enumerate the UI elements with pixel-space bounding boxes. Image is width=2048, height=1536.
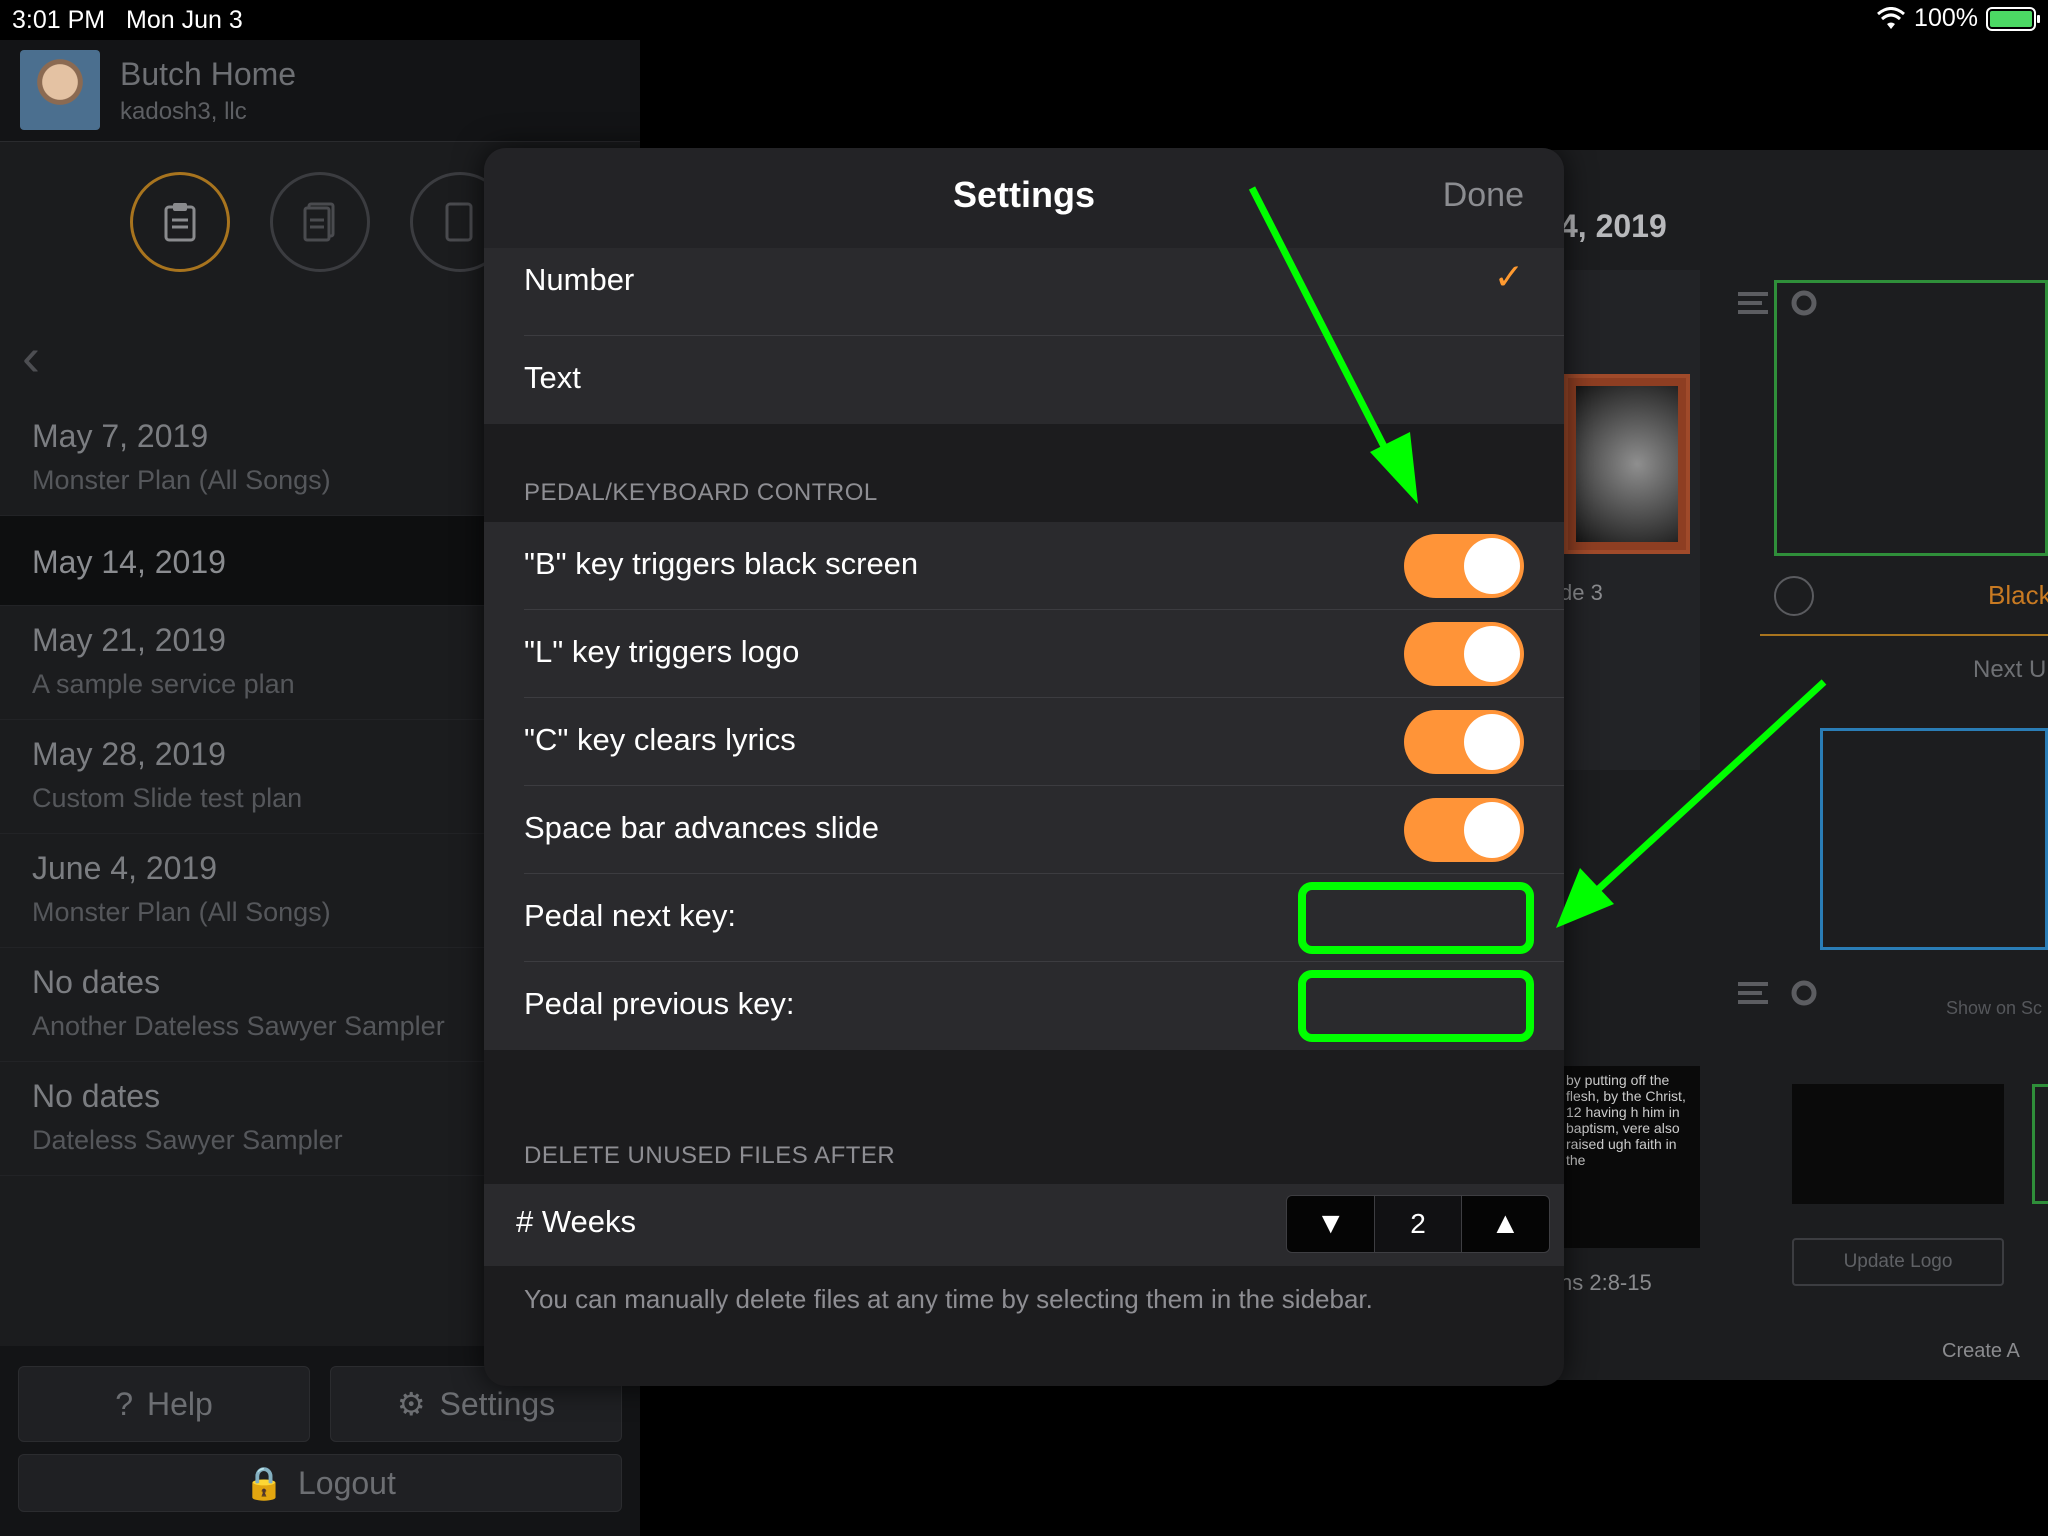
lock-icon: 🔒 (244, 1465, 284, 1501)
help-label: Help (146, 1385, 213, 1422)
show-on-label: Show on Sc (1946, 998, 2043, 1018)
option-label: Number (524, 262, 635, 297)
chevron-left-icon[interactable] (1774, 576, 1814, 616)
weeks-stepper: ▼ 2 ▲ (1286, 1195, 1550, 1253)
account-header[interactable]: Butch Home kadosh3, llc (0, 40, 640, 142)
wifi-icon (1877, 6, 1906, 29)
toggle-label: "C" key clears lyrics (524, 722, 796, 757)
toggle-row-logo: "L" key triggers logo (484, 610, 1564, 698)
settings-modal: Settings Done Number ✓ Text PEDAL/KEYBOA… (484, 148, 1564, 1386)
logo-preview (1792, 1084, 2004, 1204)
option-label: Text (524, 360, 581, 395)
status-date: Mon Jun 3 (126, 6, 243, 34)
black-label[interactable]: Black (1988, 580, 2048, 611)
live-preview (1774, 280, 2048, 556)
device-icon (445, 202, 473, 242)
document-icon (303, 202, 335, 242)
increment-button[interactable]: ▲ (1461, 1196, 1549, 1252)
weeks-row: # Weeks ▼ 2 ▲ (484, 1184, 1564, 1266)
triangle-up-icon: ▲ (1490, 1207, 1521, 1240)
help-icon: ? (115, 1385, 133, 1422)
toggle-label: "L" key triggers logo (524, 634, 800, 669)
triangle-down-icon: ▼ (1315, 1207, 1346, 1240)
toggle-row-space-bar: Space bar advances slide (484, 786, 1564, 874)
battery-percent: 100% (1914, 4, 1978, 32)
weeks-value: 2 (1374, 1196, 1462, 1252)
delete-footnote: You can manually delete files at any tim… (524, 1284, 1373, 1314)
create-label[interactable]: Create A (1942, 1340, 2020, 1363)
pedal-section-header: PEDAL/KEYBOARD CONTROL (524, 479, 878, 506)
battery-icon (1986, 6, 2040, 31)
settings-title: Settings (952, 174, 1095, 215)
gear-icon: ⚙ (396, 1386, 426, 1422)
toggle-row-clear-lyrics: "C" key clears lyrics (484, 698, 1564, 786)
next-label: Next U (1973, 656, 2047, 683)
toggle-label: "B" key triggers black screen (524, 546, 919, 581)
list-icon[interactable] (1732, 976, 1822, 1012)
plan-view-button[interactable] (130, 172, 230, 272)
status-bar: 3:01 PM Mon Jun 3 100% (0, 0, 2048, 40)
pedal-next-label: Pedal next key: (524, 898, 736, 933)
settings-label: Settings (439, 1385, 556, 1422)
clipboard-icon (164, 203, 196, 242)
decrement-button[interactable]: ▼ (1287, 1196, 1375, 1252)
next-preview (1820, 728, 2048, 950)
space-bar-toggle[interactable] (1404, 798, 1524, 862)
avatar (20, 50, 100, 130)
option-number[interactable]: Number ✓ (484, 248, 1564, 336)
option-text[interactable]: Text (484, 336, 1564, 424)
delete-section-header: DELETE UNUSED FILES AFTER (524, 1142, 896, 1169)
account-org: kadosh3, llc (120, 98, 247, 125)
back-chevron-icon[interactable]: ‹ (22, 326, 40, 388)
toggle-label: Space bar advances slide (524, 810, 880, 845)
settings-header: Settings Done (484, 148, 1564, 248)
pedal-previous-label: Pedal previous key: (524, 986, 795, 1021)
slide-thumbnail[interactable] (1564, 374, 1690, 554)
clear-lyrics-toggle[interactable] (1404, 710, 1524, 774)
weeks-label: # Weeks (516, 1204, 637, 1239)
slide-label: de 3 (1560, 580, 1603, 605)
checkmark-icon: ✓ (1493, 256, 1524, 297)
pedal-next-row: Pedal next key: (484, 874, 1564, 962)
pedal-next-key-field[interactable] (1298, 882, 1534, 954)
logo-toggle[interactable] (1404, 622, 1524, 686)
header-date: 4, 2019 (1560, 208, 1667, 244)
status-right: 100% (1876, 4, 2040, 33)
logout-label: Logout (297, 1464, 396, 1501)
toggle-row-black-screen: "B" key triggers black screen (484, 522, 1564, 610)
done-button[interactable]: Done (1443, 176, 1524, 215)
pedal-previous-row: Pedal previous key: (484, 962, 1564, 1050)
logout-button[interactable]: 🔒 Logout (18, 1454, 622, 1512)
lyrics-preview: by putting off the flesh, by the Christ,… (1560, 1066, 1700, 1248)
black-screen-toggle[interactable] (1404, 534, 1524, 598)
scripture-ref: ns 2:8-15 (1560, 1270, 1652, 1295)
account-name: Butch Home (120, 56, 297, 92)
pedal-previous-key-field[interactable] (1298, 970, 1534, 1042)
status-time: 3:01 PM (12, 6, 106, 34)
help-button[interactable]: ? Help (18, 1366, 310, 1442)
update-logo-button[interactable]: Update Logo (1792, 1238, 2004, 1286)
documents-button[interactable] (270, 172, 370, 272)
